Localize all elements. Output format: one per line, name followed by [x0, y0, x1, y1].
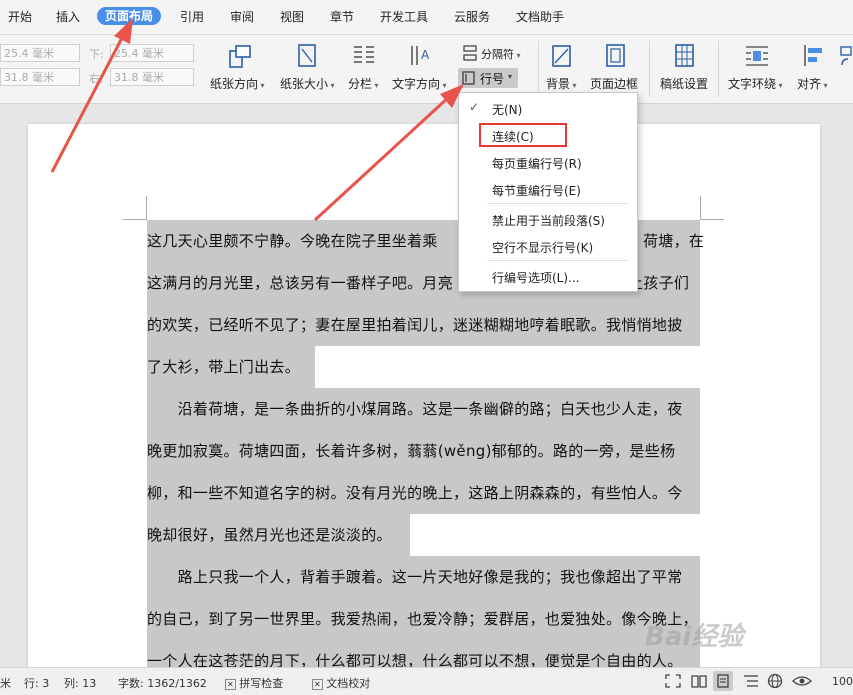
status-word-count[interactable]: 字数: 1362/1362: [118, 675, 207, 691]
status-col: 列: 13: [64, 677, 97, 690]
spell-check-icon: ✕: [225, 679, 236, 690]
outline-view-icon[interactable]: [742, 673, 760, 689]
annotation-arrows: [50, 18, 464, 222]
page-view-icon: [717, 674, 729, 688]
doc-proof-label: 文档校对: [326, 677, 371, 690]
spell-check-label: 拼写检查: [239, 677, 284, 690]
status-row: 行: 3: [24, 677, 50, 690]
status-bar: 米 行: 3 列: 13 字数: 1362/1362 ✕ 拼写检查 ✕ 文档校对…: [0, 667, 853, 695]
eye-protection-icon[interactable]: [792, 673, 812, 689]
status-page: 米: [0, 677, 11, 690]
doc-proof-button[interactable]: ✕ 文档校对: [312, 675, 370, 691]
spell-check-button[interactable]: ✕ 拼写检查: [225, 675, 283, 691]
read-mode-icon[interactable]: [690, 673, 708, 689]
doc-proof-icon: ✕: [312, 679, 323, 690]
zoom-level[interactable]: 100: [832, 675, 853, 688]
page-view-button[interactable]: [713, 671, 733, 691]
fullscreen-icon[interactable]: [664, 673, 682, 689]
web-view-icon[interactable]: [766, 673, 784, 689]
